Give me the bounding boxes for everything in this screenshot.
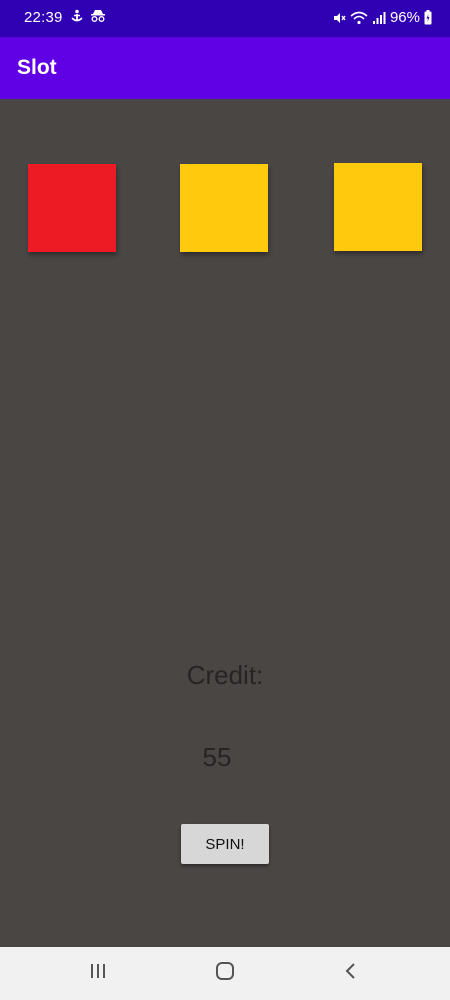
incognito-icon: [90, 9, 106, 23]
back-button[interactable]: [330, 960, 370, 986]
nav-bar: [0, 947, 450, 1000]
credit-label: Credit:: [186, 660, 264, 690]
mute-icon: [332, 11, 346, 25]
credit-value: 55: [202, 742, 232, 772]
reel-2: [180, 164, 268, 252]
reel-1: [28, 164, 116, 252]
back-icon: [343, 962, 357, 985]
recents-button[interactable]: [78, 960, 118, 986]
recents-icon: [89, 962, 107, 985]
wifi-icon: [350, 11, 368, 25]
home-button[interactable]: [205, 960, 245, 986]
status-icons-left: [70, 9, 106, 23]
battery-icon: [424, 10, 432, 25]
signal-icon: [372, 11, 386, 25]
spin-button[interactable]: SPIN!: [181, 824, 269, 864]
status-bar: 22:39 96%: [0, 0, 450, 37]
status-icons-right: 96%: [332, 9, 432, 26]
slot-screen: 22:39 96% Slot Credit: 55 SPIN!: [0, 0, 450, 1000]
accessibility-icon: [70, 9, 84, 23]
reel-3: [334, 163, 422, 251]
app-title: Slot: [17, 56, 57, 79]
app-bar: Slot: [0, 37, 450, 99]
status-time: 22:39: [24, 9, 63, 26]
battery-percent: 96%: [389, 9, 420, 26]
home-icon: [215, 961, 235, 986]
